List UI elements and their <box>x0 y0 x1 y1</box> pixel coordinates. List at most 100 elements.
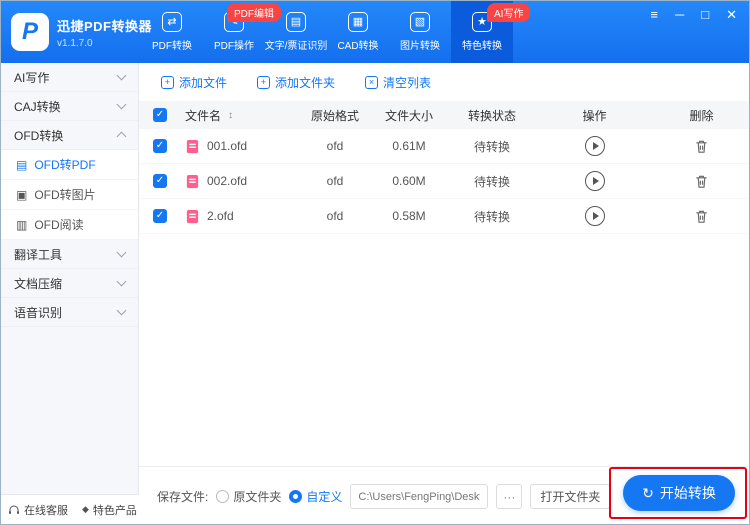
tab-pdf-convert[interactable]: ⇄ PDF转换 <box>141 1 203 63</box>
column-header-filename[interactable]: 文件名 <box>185 107 221 124</box>
tab-label: 特色转换 <box>462 41 502 52</box>
table-row: ✓ 2.ofd ofd 0.58M 待转换 <box>139 199 749 234</box>
file-name: 2.ofd <box>207 209 234 223</box>
app-window: P 迅捷PDF转换器 v1.1.7.0 ⇄ PDF转换 ✎ PDF操作 ▤ 文字… <box>0 0 750 525</box>
tab-label: 图片转换 <box>400 41 440 52</box>
sidebar-subitem-label: OFD阅读 <box>34 218 84 232</box>
sidebar-subitem-ofd-to-image[interactable]: ▣ OFD转图片 <box>1 180 138 210</box>
diamond-icon: ◆ <box>82 504 89 514</box>
chevron-down-icon <box>116 247 127 258</box>
radio-original-folder[interactable]: 原文件夹 <box>216 488 281 505</box>
menu-icon[interactable]: ≡ <box>650 8 658 21</box>
online-service-link[interactable]: 在线客服 <box>1 502 75 518</box>
start-convert-label: 开始转换 <box>659 485 716 501</box>
play-icon <box>592 142 599 150</box>
chevron-down-icon <box>116 305 127 316</box>
file-icon <box>186 174 199 188</box>
file-icon <box>186 139 199 153</box>
ofd-to-image-icon: ▣ <box>16 187 28 202</box>
add-file-icon: + <box>161 75 174 89</box>
online-service-label: 在线客服 <box>24 504 68 517</box>
file-name: 002.ofd <box>207 174 248 188</box>
row-convert-button[interactable] <box>584 171 605 191</box>
sidebar-item-ofd-convert[interactable]: OFD转换 <box>1 121 138 150</box>
sidebar-item-label: 语音识别 <box>14 305 63 320</box>
column-header-delete: 删除 <box>689 108 714 123</box>
open-folder-button[interactable]: 打开文件夹 <box>530 484 611 509</box>
ofd-reader-icon: ▥ <box>16 217 28 232</box>
featured-products-label: 特色产品 <box>92 504 137 517</box>
logo-icon: P <box>11 13 49 51</box>
sidebar-item-caj-convert[interactable]: CAJ转换 <box>1 92 138 121</box>
select-all-checkbox[interactable]: ✓ <box>153 108 167 122</box>
sidebar-subitem-label: OFD转PDF <box>34 158 96 172</box>
play-icon <box>592 212 599 220</box>
tab-label: PDF操作 <box>214 41 254 52</box>
play-icon <box>592 177 599 185</box>
browse-button[interactable]: ··· <box>496 484 523 509</box>
delete-button[interactable] <box>694 139 709 154</box>
save-file-label: 保存文件: <box>157 490 209 504</box>
app-name: 迅捷PDF转换器 <box>57 18 153 34</box>
add-file-label: 添加文件 <box>179 75 228 90</box>
add-folder-button[interactable]: + 添加文件夹 <box>257 74 335 91</box>
minimize-button[interactable]: ─ <box>675 8 684 21</box>
add-folder-label: 添加文件夹 <box>275 75 336 90</box>
add-folder-icon: + <box>257 75 271 89</box>
column-header-status: 转换状态 <box>467 108 516 123</box>
main-content: + 添加文件 + 添加文件夹 × 清空列表 ✓ 文件名 ↕ 原始格式 文件大小 … <box>139 63 749 466</box>
sidebar-footer: 在线客服 ◆ 特色产品 <box>1 494 139 524</box>
ocr-icon: ▤ <box>286 12 306 32</box>
column-header-action: 操作 <box>582 108 607 123</box>
sidebar-item-label: 翻译工具 <box>14 247 63 262</box>
sidebar-subitem-ofd-to-pdf[interactable]: ▤ OFD转PDF <box>1 150 138 180</box>
refresh-icon: ↻ <box>642 485 654 501</box>
sidebar-item-label: AI写作 <box>14 70 50 85</box>
row-checkbox[interactable]: ✓ <box>153 139 167 153</box>
sidebar-item-translate[interactable]: 翻译工具 <box>1 240 138 269</box>
start-convert-button[interactable]: ↻ 开始转换 <box>623 475 735 511</box>
header-bar: P 迅捷PDF转换器 v1.1.7.0 ⇄ PDF转换 ✎ PDF操作 ▤ 文字… <box>1 1 749 63</box>
sort-icon[interactable]: ↕ <box>228 110 233 121</box>
delete-button[interactable] <box>694 174 709 189</box>
save-path-input[interactable] <box>350 484 489 509</box>
table-row: ✓ 002.ofd ofd 0.60M 待转换 <box>139 164 749 199</box>
radio-original-label: 原文件夹 <box>233 490 282 504</box>
app-version: v1.1.7.0 <box>57 37 93 49</box>
file-format: ofd <box>326 139 344 153</box>
sidebar-item-doc-compress[interactable]: 文档压缩 <box>1 269 138 298</box>
sidebar-item-ai-writing[interactable]: AI写作 <box>1 63 138 92</box>
row-convert-button[interactable] <box>584 136 605 156</box>
featured-products-link[interactable]: ◆ 特色产品 <box>75 502 144 518</box>
tab-cad-convert[interactable]: ▦ CAD转换 <box>327 1 389 63</box>
chevron-down-icon <box>116 99 127 110</box>
sidebar-subitem-ofd-reader[interactable]: ▥ OFD阅读 <box>1 210 138 240</box>
chevron-up-icon <box>116 131 127 142</box>
chevron-down-icon <box>116 276 127 287</box>
clear-list-button[interactable]: × 清空列表 <box>365 74 431 91</box>
add-file-button[interactable]: + 添加文件 <box>161 74 227 91</box>
convert-status: 待转换 <box>473 209 510 224</box>
convert-status: 待转换 <box>473 139 510 154</box>
maximize-button[interactable]: □ <box>701 8 709 21</box>
radio-checked-icon[interactable] <box>289 490 303 503</box>
trash-icon <box>696 175 707 188</box>
row-checkbox[interactable]: ✓ <box>153 174 167 188</box>
ai-write-badge: AI写作 <box>487 3 531 22</box>
delete-button[interactable] <box>694 209 709 224</box>
row-convert-button[interactable] <box>584 206 605 226</box>
row-checkbox[interactable]: ✓ <box>153 209 167 223</box>
column-header-format: 原始格式 <box>310 108 359 123</box>
sidebar-item-speech-recognition[interactable]: 语音识别 <box>1 298 138 327</box>
pdf-convert-icon: ⇄ <box>162 12 182 32</box>
radio-custom-label: 自定义 <box>306 490 343 504</box>
trash-icon <box>696 140 707 153</box>
image-convert-icon: ▧ <box>410 12 430 32</box>
tab-image-convert[interactable]: ▧ 图片转换 <box>389 1 451 63</box>
file-format: ofd <box>326 174 344 188</box>
radio-icon[interactable] <box>216 490 230 503</box>
clear-list-icon: × <box>365 75 379 89</box>
radio-custom-folder[interactable]: 自定义 <box>289 488 342 505</box>
tab-label: PDF转换 <box>152 41 192 52</box>
close-button[interactable]: ✕ <box>726 8 737 21</box>
